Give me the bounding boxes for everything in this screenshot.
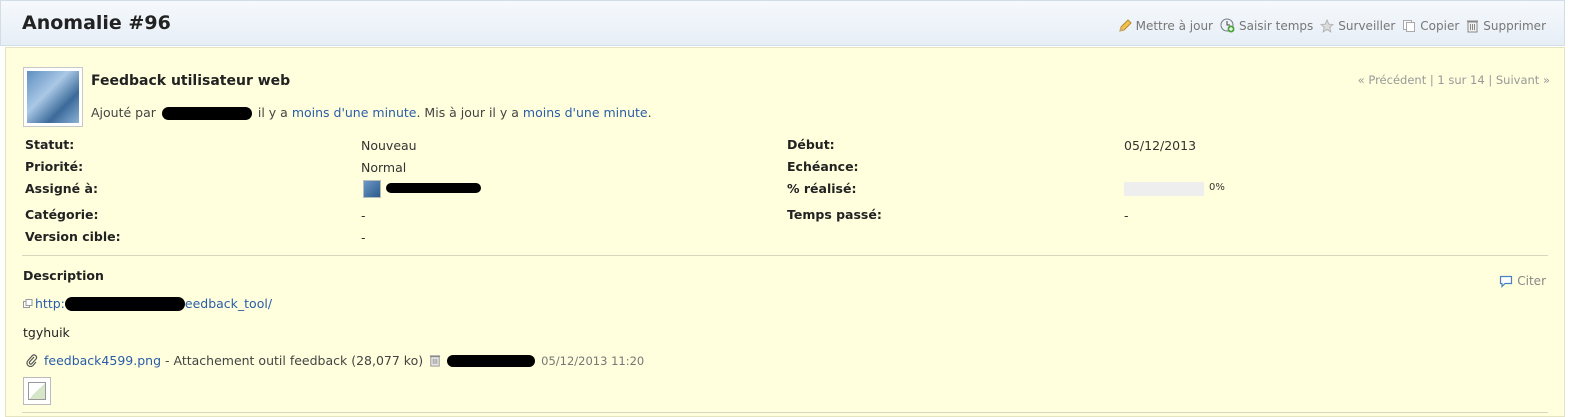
- divider: [22, 255, 1548, 256]
- spent-label: Temps passé:: [787, 207, 882, 222]
- start-label: Début:: [787, 137, 835, 152]
- attachment-description: - Attachement outil feedback (28,077 ko): [165, 353, 424, 368]
- redacted-assignee: [386, 183, 481, 193]
- assignee-avatar: [363, 180, 381, 198]
- copy-link[interactable]: Copier: [1402, 19, 1459, 33]
- spent-value: -: [1124, 208, 1129, 223]
- status-value: Nouveau: [361, 138, 417, 153]
- update-link[interactable]: Mettre à jour: [1118, 19, 1213, 33]
- due-label: Echéance:: [787, 159, 859, 174]
- version-value: -: [361, 230, 366, 245]
- pencil-icon: [1118, 18, 1132, 32]
- log-time-link[interactable]: Saisir temps: [1220, 18, 1313, 33]
- updated-time-link[interactable]: moins d'une minute: [523, 105, 648, 120]
- description-title: Description: [23, 268, 104, 283]
- priority-label: Priorité:: [25, 159, 84, 174]
- external-link-icon: [23, 298, 33, 308]
- clock-add-icon: [1220, 18, 1235, 33]
- paperclip-icon: [26, 354, 38, 367]
- comment-icon: [1500, 275, 1513, 288]
- divider: [22, 412, 1548, 413]
- attachment-thumbnail[interactable]: [23, 377, 51, 405]
- done-value: 0%: [1209, 182, 1225, 193]
- description-url[interactable]: http: eedback_tool/: [23, 296, 272, 311]
- previous-link[interactable]: « Précédent: [1358, 73, 1427, 87]
- assigned-label: Assigné à:: [25, 181, 98, 196]
- trash-icon[interactable]: [429, 354, 441, 367]
- done-label: % réalisé:: [787, 181, 857, 196]
- issue-pager: « Précédent | 1 sur 14 | Suivant »: [1357, 73, 1550, 87]
- status-label: Statut:: [25, 137, 75, 152]
- star-icon: [1320, 18, 1335, 33]
- trash-icon: [1467, 20, 1479, 32]
- redacted-uploader: [447, 354, 536, 367]
- issue-actions: Mettre à jour Saisir temps Surveiller Co…: [1111, 18, 1546, 33]
- attachment-date: 05/12/2013 11:20: [541, 353, 645, 368]
- version-label: Version cible:: [25, 229, 121, 244]
- next-link[interactable]: Suivant »: [1496, 73, 1550, 87]
- issue-header: Anomalie #96 Mettre à jour Saisir temps …: [0, 0, 1565, 46]
- issue-subject: Feedback utilisateur web: [91, 73, 291, 89]
- issue-author-line: Ajouté par il y a moins d'une minute. Mi…: [91, 105, 652, 120]
- priority-value: Normal: [361, 160, 407, 175]
- category-value: -: [361, 208, 366, 223]
- quote-link[interactable]: Citer: [1499, 274, 1546, 288]
- copy-icon: [1403, 19, 1416, 32]
- redacted-author: [161, 107, 252, 120]
- added-time-link[interactable]: moins d'une minute: [292, 105, 417, 120]
- issue-panel: Feedback utilisateur web Ajouté par il y…: [5, 47, 1565, 417]
- redacted-url: [64, 296, 185, 311]
- done-progress-bar: [1124, 182, 1204, 196]
- description-text: tgyhuik: [23, 325, 70, 340]
- page-title: Anomalie #96: [22, 12, 171, 34]
- category-label: Catégorie:: [25, 207, 99, 222]
- pager-position: 1 sur 14: [1437, 73, 1485, 87]
- watch-link[interactable]: Surveiller: [1320, 18, 1395, 33]
- delete-link[interactable]: Supprimer: [1466, 19, 1546, 33]
- author-avatar: [23, 67, 83, 127]
- start-value: 05/12/2013: [1124, 138, 1197, 153]
- attachment-link[interactable]: feedback4599.png: [44, 353, 161, 368]
- attachment-row: feedback4599.png - Attachement outil fee…: [26, 353, 644, 368]
